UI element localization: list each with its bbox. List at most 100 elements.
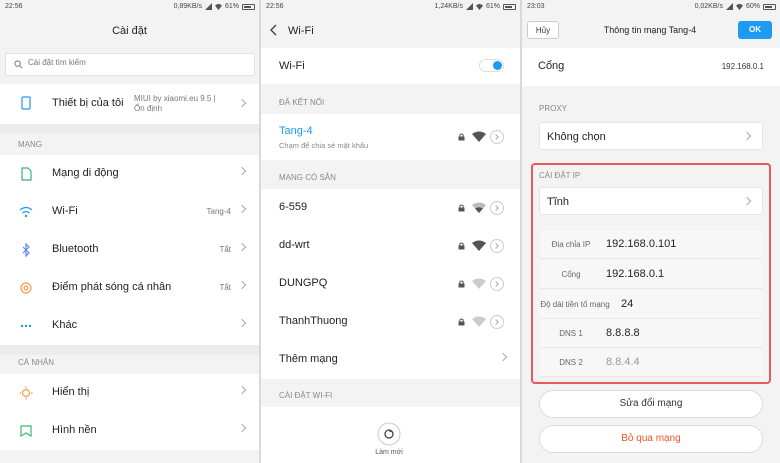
wifi-value: Tang-4 xyxy=(206,207,231,216)
cancel-button[interactable]: Hủy xyxy=(527,21,559,39)
page-title: Wi-Fi xyxy=(288,25,314,37)
lock-icon xyxy=(458,204,465,212)
battery-percent: 61% xyxy=(224,3,239,10)
battery-percent: 61% xyxy=(485,3,500,10)
battery-percent: 60% xyxy=(745,3,760,10)
sidebar-item-mobile-network[interactable]: Mạng di động xyxy=(0,155,259,193)
search-icon xyxy=(14,60,23,69)
bluetooth-icon xyxy=(22,243,30,257)
back-arrow-icon[interactable] xyxy=(269,24,279,36)
connected-network[interactable]: Tang-4 Chạm để chia sẻ mật khẩu xyxy=(261,114,520,160)
bluetooth-label: Bluetooth xyxy=(52,243,99,255)
signal-icon xyxy=(204,3,212,10)
display-label: Hiển thị xyxy=(52,386,90,398)
status-time: 22:56 xyxy=(266,3,284,10)
hotspot-label: Điểm phát sóng cá nhân xyxy=(52,281,172,293)
network-item[interactable]: DUNGPQ xyxy=(261,265,520,303)
lock-icon xyxy=(458,133,465,141)
chevron-right-icon xyxy=(237,98,247,108)
wifi-signal-icon xyxy=(472,240,486,251)
sidebar-item-display[interactable]: Hiển thị xyxy=(0,374,259,412)
settings-panel: 22:56 0,89KB/s 61% Cài đặt Thiết bị của … xyxy=(0,0,259,463)
my-device-item[interactable]: Thiết bị của tôi MIUI by xiaomi.eu 9.5 |… xyxy=(0,84,259,124)
wifi-signal-icon xyxy=(472,202,486,213)
wifi-toggle-row[interactable]: Wi-Fi xyxy=(261,48,520,84)
my-device-value: MIUI by xiaomi.eu 9.5 | Ổn định xyxy=(134,94,216,113)
sidebar-item-more[interactable]: Khác xyxy=(0,307,259,345)
wifi-panel: 22:56 1,24KB/s 61% Wi-Fi Wi-Fi ĐÃ KẾT NỐ… xyxy=(261,0,520,463)
wifi-signal-icon xyxy=(472,131,486,142)
modify-network-button[interactable]: Sửa đổi mạng xyxy=(539,390,763,418)
signal-icon xyxy=(465,3,473,10)
chevron-right-icon xyxy=(498,352,508,362)
wifi-icon xyxy=(19,206,33,218)
network-item[interactable]: 6-559 xyxy=(261,189,520,227)
chevron-right-icon xyxy=(237,318,247,328)
add-network-label: Thêm mạng xyxy=(279,353,338,365)
wallpaper-icon xyxy=(20,425,32,438)
battery-icon xyxy=(763,3,776,10)
more-label: Khác xyxy=(52,319,78,331)
refresh-label[interactable]: Làm mới xyxy=(371,449,407,456)
network-details-button[interactable] xyxy=(490,201,504,215)
network-details-button[interactable] xyxy=(490,277,504,291)
section-wifi-settings: CÀI ĐẶT WI-FI xyxy=(279,391,333,400)
network-details-button[interactable] xyxy=(490,315,504,329)
mobile-network-label: Mạng di động xyxy=(52,167,119,179)
chevron-right-icon xyxy=(237,242,247,252)
lock-icon xyxy=(458,318,465,326)
display-icon xyxy=(19,386,33,400)
sidebar-item-wifi[interactable]: Wi-Fi Tang-4 xyxy=(0,193,259,231)
sidebar-item-hotspot[interactable]: Điểm phát sóng cá nhân Tắt xyxy=(0,269,259,307)
search-input[interactable] xyxy=(28,58,228,67)
add-network-item[interactable]: Thêm mạng xyxy=(261,341,520,379)
sidebar-item-wallpaper[interactable]: Hình nền xyxy=(0,412,259,450)
chevron-right-icon xyxy=(237,204,247,214)
net-speed: 1,24KB/s xyxy=(434,3,463,10)
forget-network-button[interactable]: Bỏ qua mạng xyxy=(539,425,763,453)
network-name: 6-559 xyxy=(279,201,308,213)
search-box[interactable] xyxy=(5,53,255,76)
status-time: 22:56 xyxy=(5,3,23,10)
ok-button[interactable]: OK xyxy=(738,21,772,39)
chevron-right-icon xyxy=(742,131,752,141)
chevron-right-icon xyxy=(237,423,247,433)
page-title: Cài đặt xyxy=(112,25,147,37)
wifi-label: Wi-Fi xyxy=(52,205,78,217)
wifi-signal-icon xyxy=(472,316,486,327)
net-speed: 0,89KB/s xyxy=(173,3,202,10)
network-name: DUNGPQ xyxy=(279,277,328,289)
network-item[interactable]: dd-wrt xyxy=(261,227,520,265)
proxy-select[interactable]: Không chọn xyxy=(539,122,763,150)
refresh-icon[interactable] xyxy=(377,422,401,446)
section-connected: ĐÃ KẾT NỐI xyxy=(279,98,325,107)
wifi-status-icon xyxy=(735,3,743,10)
chevron-right-icon xyxy=(237,166,247,176)
network-details-button[interactable] xyxy=(490,239,504,253)
gateway-value: 192.168.0.1 xyxy=(721,62,764,71)
net-speed: 0,02KB/s xyxy=(694,3,723,10)
sim-icon xyxy=(21,167,32,181)
bluetooth-value: Tắt xyxy=(219,245,231,254)
connected-network-name: Tang-4 xyxy=(279,125,313,137)
wifi-status-icon xyxy=(475,3,483,10)
section-personal: CÁ NHÂN xyxy=(18,358,55,367)
sidebar-item-bluetooth[interactable]: Bluetooth Tắt xyxy=(0,231,259,269)
wallpaper-label: Hình nền xyxy=(52,424,97,436)
network-name: dd-wrt xyxy=(279,239,310,251)
status-bar: 22:56 1,24KB/s 61% xyxy=(261,0,520,14)
wifi-toggle[interactable] xyxy=(479,59,504,72)
my-device-label: Thiết bị của tôi xyxy=(52,97,124,109)
signal-icon xyxy=(725,3,733,10)
network-item[interactable]: ThanhThuong xyxy=(261,303,520,341)
wifi-status-icon xyxy=(214,3,222,10)
network-details-button[interactable] xyxy=(490,130,504,144)
battery-icon xyxy=(242,3,255,10)
status-bar: 23:03 0,02KB/s 60% xyxy=(522,0,780,14)
hotspot-value: Tắt xyxy=(219,283,231,292)
section-proxy: PROXY xyxy=(539,104,568,113)
lock-icon xyxy=(458,242,465,250)
status-bar: 22:56 0,89KB/s 61% xyxy=(0,0,259,14)
gateway-label: Cổng xyxy=(538,60,565,72)
more-icon xyxy=(20,324,32,328)
